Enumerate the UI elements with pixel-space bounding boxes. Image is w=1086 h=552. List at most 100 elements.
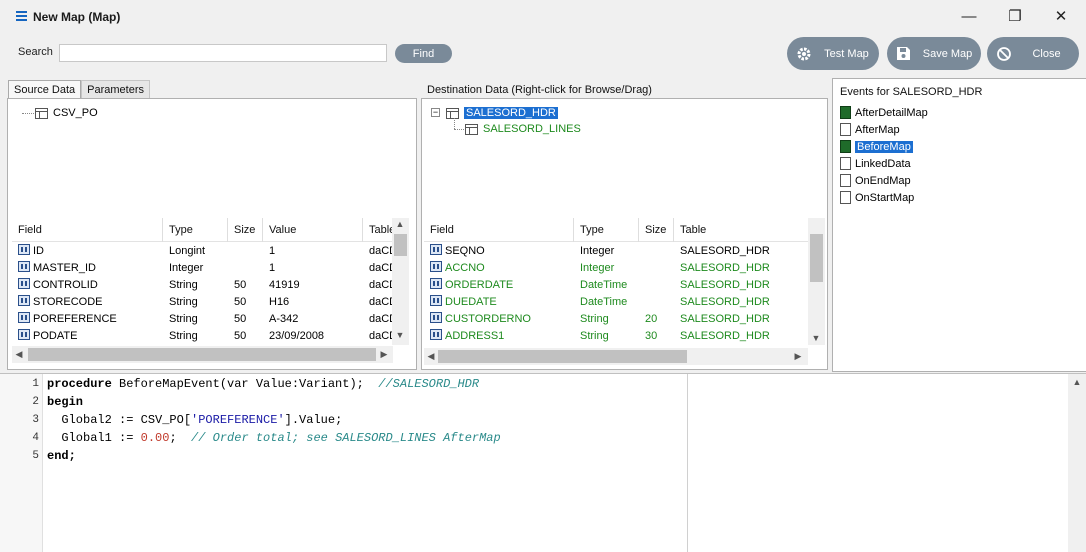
destination-tree-root-label: SALESORD_HDR [464, 107, 558, 119]
source-col-type[interactable]: Type [163, 218, 228, 242]
table-row[interactable]: ACCNO Integer SALESORD_HDR [424, 260, 808, 277]
source-col-value[interactable]: Value [263, 218, 363, 242]
table-row[interactable]: ID Longint 1 daCD [12, 243, 392, 260]
source-col-size[interactable]: Size [228, 218, 263, 242]
dest-col-table[interactable]: Table [674, 218, 808, 242]
menu-icon[interactable] [16, 11, 27, 21]
table-row[interactable]: CONTROLID String 50 41919 daCD [12, 277, 392, 294]
window-close-button[interactable]: ✕ [1038, 0, 1084, 32]
table-row[interactable]: SEQNO Integer SALESORD_HDR [424, 243, 808, 260]
field-cell: ACCNO [430, 260, 574, 277]
table-row[interactable]: CUSTORDERNO String 20 SALESORD_HDR [424, 311, 808, 328]
code-editor[interactable]: 1 2 3 4 5 procedure BeforeMapEvent(var V… [0, 373, 1086, 552]
line-number: 3 [32, 414, 39, 426]
table-icon [446, 107, 459, 119]
editor-vscroll[interactable]: ▲ [1068, 374, 1086, 552]
dest-col-size[interactable]: Size [639, 218, 674, 242]
code-comment: //SALESORD_HDR [378, 377, 480, 391]
code-text: Global1 := [47, 431, 141, 445]
destination-tree-child[interactable]: SALESORD_LINES [465, 122, 581, 136]
table-cell: daCD [369, 330, 392, 342]
scroll-left-arrow[interactable]: ◀ [424, 351, 438, 362]
table-icon [465, 123, 478, 135]
event-item[interactable]: OnStartMap [840, 190, 914, 205]
event-item[interactable]: LinkedData [840, 156, 911, 171]
dest-col-field[interactable]: Field [424, 218, 574, 242]
source-hscroll[interactable]: ◀ ▶ [12, 346, 393, 363]
field-cell: ADDRESS1 [430, 328, 574, 345]
event-label: LinkedData [855, 157, 911, 170]
scroll-up-arrow[interactable]: ▲ [393, 219, 407, 229]
table-cell: SALESORD_HDR [680, 313, 770, 325]
field-icon [430, 261, 442, 272]
size-cell: 20 [645, 313, 658, 325]
cancel-icon [987, 37, 1020, 70]
keyword: end; [47, 449, 76, 463]
field-cell: PODATE [18, 328, 163, 345]
destination-vscroll[interactable]: ▼ [808, 218, 825, 345]
type-cell: DateTime [580, 296, 628, 308]
event-item[interactable]: BeforeMap [840, 139, 913, 154]
scroll-left-arrow[interactable]: ◀ [12, 349, 26, 360]
close-map-button[interactable]: Close [987, 37, 1079, 70]
code-text: BeforeMapEvent(var Value:Variant); [111, 377, 379, 391]
destination-hscroll[interactable]: ◀ ▶ [424, 348, 808, 365]
type-cell: Integer [169, 262, 204, 274]
map-editor-window: New Map (Map) — ❐ ✕ Search Find Test Map… [0, 0, 1086, 552]
event-item[interactable]: AfterDetailMap [840, 105, 928, 120]
test-map-button[interactable]: Test Map [787, 37, 879, 70]
field-name: STORECODE [33, 296, 103, 308]
dest-col-type[interactable]: Type [574, 218, 639, 242]
scroll-down-arrow[interactable]: ▼ [393, 330, 407, 340]
field-icon [18, 278, 30, 289]
scroll-thumb[interactable] [28, 348, 376, 361]
table-cell: daCD [369, 313, 392, 325]
scroll-right-arrow[interactable]: ▶ [791, 351, 805, 362]
table-row[interactable]: ORDERDATE DateTime SALESORD_HDR [424, 277, 808, 294]
table-cell: daCD [369, 245, 392, 257]
size-cell: 50 [234, 296, 247, 308]
scroll-thumb[interactable] [394, 234, 407, 256]
scroll-thumb[interactable] [438, 350, 687, 363]
table-row[interactable]: POREFERENCE String 50 A-342 daCD [12, 311, 392, 328]
field-icon [430, 312, 442, 323]
table-row[interactable]: DUEDATE DateTime SALESORD_HDR [424, 294, 808, 311]
save-map-button[interactable]: Save Map [887, 37, 981, 70]
right-margin-line [687, 374, 688, 552]
scroll-right-arrow[interactable]: ▶ [377, 349, 391, 360]
source-tree-item[interactable]: CSV_PO [35, 106, 98, 120]
type-cell: DateTime [580, 279, 628, 291]
search-input[interactable] [59, 44, 387, 62]
source-col-field[interactable]: Field [12, 218, 163, 242]
destination-tree-root[interactable]: SALESORD_HDR [446, 106, 558, 120]
table-cell: daCD [369, 296, 392, 308]
table-row[interactable]: ADDRESS1 String 30 SALESORD_HDR [424, 328, 808, 345]
tree-collapse-toggle[interactable]: − [431, 108, 440, 117]
table-cell: SALESORD_HDR [680, 262, 770, 274]
event-item[interactable]: OnEndMap [840, 173, 911, 188]
source-col-table[interactable]: Table [363, 218, 395, 242]
table-row[interactable]: MASTER_ID Integer 1 daCD [12, 260, 392, 277]
find-button[interactable]: Find [395, 44, 452, 63]
restore-button[interactable]: ❐ [992, 0, 1038, 32]
field-name: ADDRESS1 [445, 330, 505, 342]
tab-source-data[interactable]: Source Data [8, 80, 82, 98]
table-row[interactable]: PODATE String 50 23/09/2008 daCD [12, 328, 392, 345]
scroll-thumb[interactable] [810, 234, 823, 282]
table-row[interactable]: STORECODE String 50 H16 daCD [12, 294, 392, 311]
field-cell: STORECODE [18, 294, 163, 311]
tab-parameters[interactable]: Parameters [81, 80, 151, 98]
size-cell [645, 260, 674, 277]
event-label: OnEndMap [855, 174, 911, 187]
code-line-2: begin [47, 395, 83, 409]
scroll-up-arrow[interactable]: ▲ [1070, 377, 1084, 387]
scroll-down-arrow[interactable]: ▼ [809, 333, 823, 343]
source-vscroll[interactable]: ▲ ▼ [392, 218, 409, 345]
value-cell: 1 [269, 262, 276, 274]
event-item[interactable]: AfterMap [840, 122, 900, 137]
field-icon [18, 244, 30, 255]
minimize-button[interactable]: — [946, 0, 992, 32]
field-cell: POREFERENCE [18, 311, 163, 328]
tree-connector [454, 129, 464, 130]
field-name: SEQNO [445, 245, 485, 257]
